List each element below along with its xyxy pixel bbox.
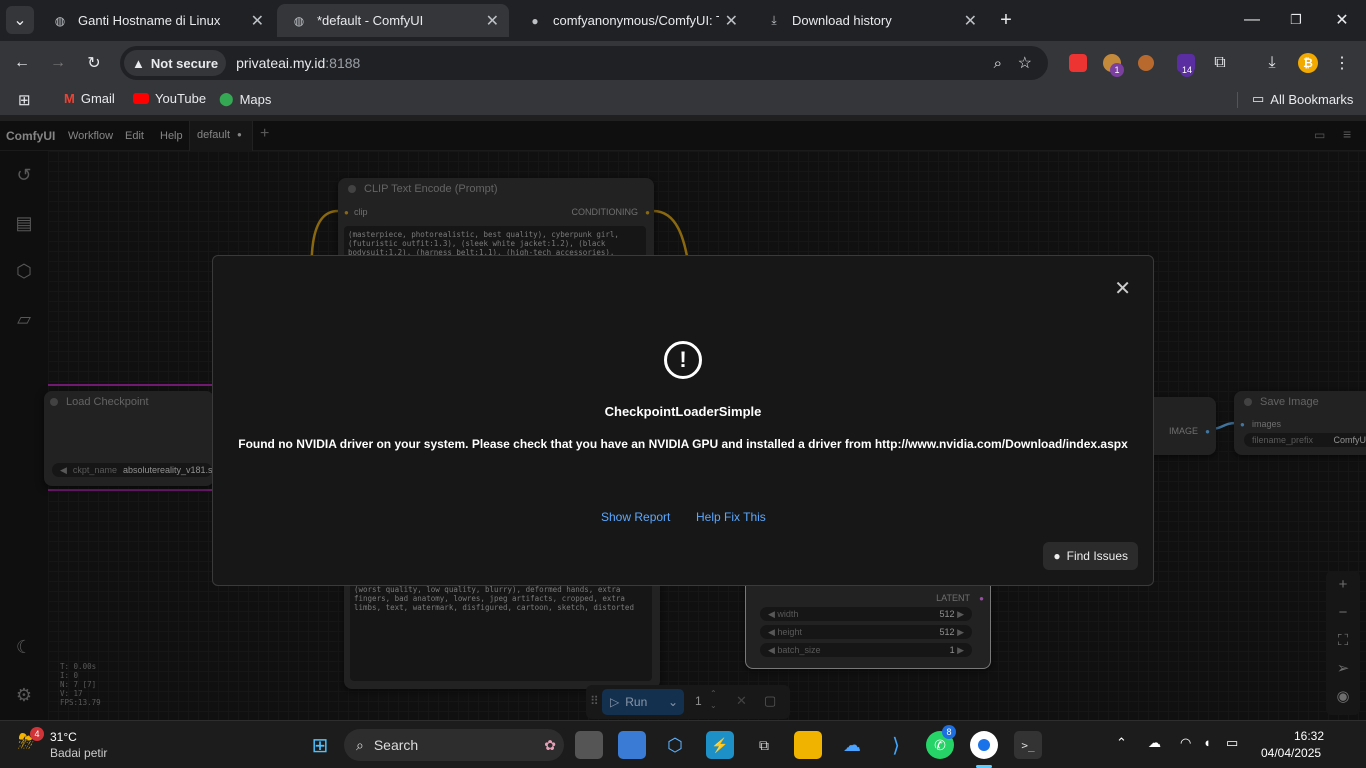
extension-icon[interactable] — [1064, 49, 1092, 77]
snipping-tool-icon[interactable] — [618, 731, 646, 759]
bookmark-label: Gmail — [80, 91, 115, 106]
close-dialog-icon[interactable]: ✕ — [1114, 276, 1131, 301]
folder-icon: ▭ — [1252, 91, 1265, 106]
find-issues-button[interactable]: ● Find Issues — [1043, 542, 1138, 570]
virtualbox-icon[interactable]: ⬡ — [661, 731, 689, 759]
all-bookmarks-button[interactable]: ▭ All Bookmarks — [1252, 91, 1353, 107]
close-tab-icon[interactable]: ✕ — [725, 11, 738, 31]
puzzle-icon[interactable]: ⧉ — [1206, 49, 1234, 77]
help-fix-link[interactable]: Help Fix This — [696, 510, 766, 524]
map-pin-icon: ⬤ — [219, 91, 234, 106]
remote-desktop-icon[interactable]: ⧉ — [750, 731, 778, 759]
youtube-icon — [133, 93, 149, 104]
gmail-icon: M — [64, 91, 75, 106]
windows-taskbar: ⛈ 4 31°C Badai petir ⊞ ⌕ Search ✿ ⬡ ⚡ ⧉ … — [0, 720, 1366, 768]
weather-desc: Badai petir — [50, 746, 108, 760]
bookmark-gmail[interactable]: M Gmail — [64, 91, 115, 106]
clock-time[interactable]: 16:32 — [1294, 729, 1324, 743]
extension-icon[interactable]: 14 — [1172, 49, 1200, 77]
close-tab-icon[interactable]: ✕ — [486, 11, 499, 31]
apps-grid-icon[interactable]: ⊞ — [18, 91, 31, 109]
taskbar-search[interactable]: ⌕ Search ✿ — [344, 729, 564, 761]
zoom-icon[interactable]: ⌕ — [994, 55, 1002, 72]
bookmark-maps[interactable]: ⬤ Maps — [219, 91, 271, 107]
bitcoin-icon[interactable]: ₿ — [1294, 49, 1322, 77]
exclamation-icon: ! — [664, 341, 702, 379]
new-tab-button[interactable]: + — [992, 6, 1020, 34]
windows-start-icon[interactable]: ⊞ — [306, 731, 334, 759]
github-icon: ● — [531, 13, 539, 28]
tab-comfyui[interactable]: ◍ *default - ComfyUI ✕ — [277, 4, 509, 37]
extension-icon[interactable]: 1 — [1098, 49, 1126, 77]
find-issues-label: Find Issues — [1066, 549, 1128, 563]
whatsapp-badge: 8 — [942, 725, 956, 739]
search-icon: ⌕ — [356, 736, 364, 753]
volume-icon[interactable]: ◖ — [1203, 735, 1211, 750]
address-bar[interactable]: ▲ Not secure privateai.my.id:8188 ⌕ ☆ — [120, 46, 1048, 80]
dialog-message: Found no NVIDIA driver on your system. P… — [238, 437, 1128, 451]
browser-tab-strip: ⌄ ◍ Ganti Hostname di Linux ✕ ◍ *default… — [0, 0, 1366, 41]
extension-badge: 14 — [1180, 63, 1194, 77]
chrome-icon[interactable] — [970, 731, 998, 759]
divider — [1237, 92, 1238, 108]
cloud-status-icon[interactable]: ☁ — [1148, 735, 1161, 751]
weather-badge: 4 — [30, 727, 44, 741]
forward-button[interactable]: → — [44, 49, 72, 77]
extension-badge: 1 — [1110, 63, 1124, 77]
chevron-down-icon: ⌄ — [13, 12, 27, 29]
tab-title: *default - ComfyUI — [317, 13, 424, 28]
search-label: Search — [373, 737, 419, 753]
bookmark-label: Maps — [239, 91, 272, 107]
error-dialog: ✕ ! CheckpointLoaderSimple Found no NVID… — [212, 255, 1154, 586]
browser-toolbar: ← → ↻ ▲ Not secure privateai.my.id:8188 … — [0, 41, 1366, 85]
reload-button[interactable]: ↻ — [80, 49, 108, 77]
vscode-icon[interactable]: ⟩ — [882, 731, 910, 759]
blossom-icon: ✿ — [544, 736, 556, 753]
file-explorer-icon[interactable] — [794, 731, 822, 759]
whatsapp-icon[interactable]: ✆ 8 — [926, 725, 956, 759]
powershell-icon[interactable]: ⚡ — [706, 731, 734, 759]
battery-icon[interactable]: ▭ — [1226, 735, 1238, 751]
url-port: :8188 — [325, 55, 361, 71]
tab-github-comfyui[interactable]: ● comfyanonymous/ComfyUI: The ✕ — [513, 4, 748, 37]
bookmark-youtube[interactable]: YouTube — [133, 91, 206, 106]
show-report-link[interactable]: Show Report — [601, 510, 670, 524]
bookmark-label: YouTube — [155, 91, 207, 106]
github-icon: ● — [1053, 549, 1061, 563]
globe-icon: ◍ — [54, 13, 66, 28]
download-icon: ⤓ — [771, 13, 777, 27]
tab-download-history[interactable]: ⤓ Download history ✕ — [752, 4, 987, 37]
security-chip[interactable]: ▲ Not secure — [124, 50, 227, 76]
back-button[interactable]: ← — [8, 49, 36, 77]
tab-title: Download history — [792, 13, 892, 28]
menu-dots-icon[interactable]: ⋮ — [1328, 49, 1356, 77]
tab-ganti-hostname[interactable]: ◍ Ganti Hostname di Linux ✕ — [38, 4, 274, 37]
close-tab-icon[interactable]: ✕ — [964, 11, 977, 31]
close-window-button[interactable]: ✕ — [1328, 6, 1356, 34]
star-bookmark-icon[interactable]: ☆ — [1018, 53, 1032, 73]
close-tab-icon[interactable]: ✕ — [251, 11, 264, 31]
network-share-icon[interactable]: ☁ — [838, 731, 866, 759]
task-view-icon[interactable] — [575, 731, 603, 759]
terminal-icon[interactable]: >_ — [1014, 731, 1042, 759]
url-host: privateai.my.id — [236, 55, 326, 71]
wifi-icon[interactable]: ◠ — [1180, 735, 1191, 751]
restore-window-button[interactable]: ❐ — [1282, 6, 1310, 34]
bookmarks-bar: ⊞ M Gmail YouTube ⬤ Maps ▭ All Bookmarks — [0, 85, 1366, 115]
dialog-title: CheckpointLoaderSimple — [604, 404, 762, 419]
weather-widget[interactable]: ⛈ 4 — [18, 727, 44, 757]
cookie-icon[interactable] — [1132, 49, 1160, 77]
tab-title: Ganti Hostname di Linux — [78, 13, 221, 28]
tab-search-button[interactable]: ⌄ — [6, 6, 34, 34]
tab-title: comfyanonymous/ComfyUI: The — [553, 13, 719, 28]
weather-temp: 31°C — [50, 730, 77, 744]
minimize-window-button[interactable]: — — [1238, 6, 1266, 34]
clock-date[interactable]: 04/04/2025 — [1261, 746, 1321, 760]
warning-icon: ▲ — [132, 55, 145, 71]
all-bookmarks-label: All Bookmarks — [1270, 91, 1354, 107]
security-label: Not secure — [150, 55, 219, 71]
globe-icon: ◍ — [293, 13, 305, 28]
download-icon[interactable]: ⤓ — [1258, 49, 1286, 77]
chevron-up-icon[interactable]: ⌃ — [1116, 735, 1127, 751]
